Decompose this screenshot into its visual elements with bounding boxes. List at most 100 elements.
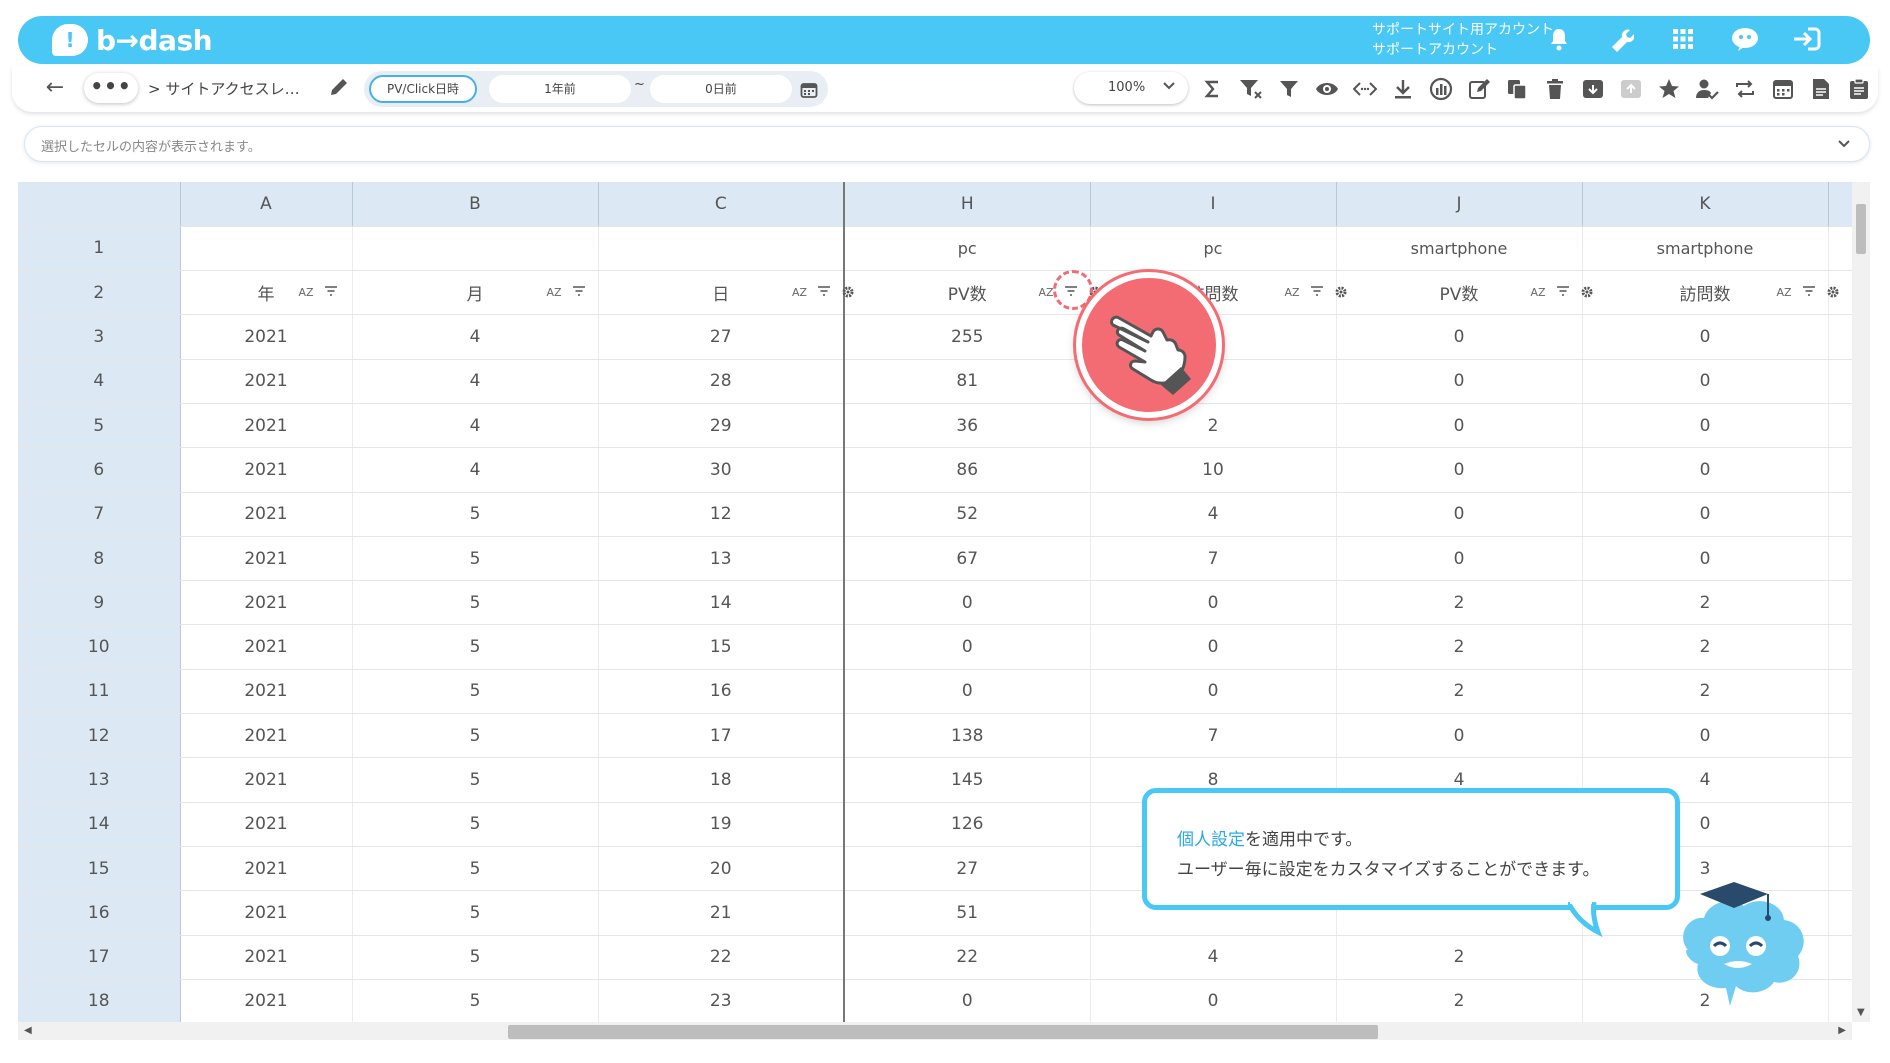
pencil-icon[interactable] <box>328 76 352 100</box>
data-cell[interactable]: 126 <box>844 802 1091 847</box>
row-number[interactable]: 9 <box>18 580 181 626</box>
data-cell[interactable]: 0 <box>1336 314 1583 360</box>
data-cell[interactable]: 2021 <box>180 757 353 803</box>
data-cell[interactable]: 2021 <box>180 979 353 1022</box>
row-number[interactable]: 14 <box>18 802 181 847</box>
row-number[interactable]: 16 <box>18 890 181 936</box>
data-cell[interactable]: 0 <box>1090 624 1337 670</box>
data-cell[interactable]: 5 <box>352 757 599 803</box>
data-cell[interactable]: 2 <box>1582 624 1829 670</box>
data-cell[interactable]: 5 <box>352 713 599 759</box>
data-cell[interactable]: 21 <box>598 890 845 936</box>
sort-az-icon[interactable]: AZ <box>298 286 313 299</box>
data-cell[interactable]: 0 <box>1582 713 1829 759</box>
data-cell[interactable]: 17 <box>598 713 845 759</box>
sort-az-icon[interactable]: AZ <box>1284 286 1299 299</box>
field-header-cell[interactable]: 年 AZ <box>180 270 353 316</box>
chart-icon[interactable] <box>1428 76 1454 102</box>
data-cell[interactable]: 2021 <box>180 669 353 715</box>
group-header-cell[interactable] <box>352 226 599 272</box>
archive-icon[interactable] <box>1580 76 1606 102</box>
data-cell[interactable]: 2021 <box>180 802 353 847</box>
row-number[interactable]: 5 <box>18 403 181 449</box>
horizontal-scrollbar[interactable]: ◀ ▶ <box>18 1022 1852 1040</box>
zoom-select[interactable]: 100% <box>1074 72 1188 104</box>
date-to-field[interactable]: 0日前 <box>650 75 792 103</box>
column-filter-icon[interactable] <box>324 285 338 300</box>
data-cell[interactable]: 51 <box>844 890 1091 936</box>
data-cell[interactable]: 5 <box>352 846 599 892</box>
data-cell[interactable]: 4 <box>352 447 599 493</box>
data-cell[interactable]: 18 <box>598 757 845 803</box>
data-cell[interactable]: 0 <box>1090 979 1337 1022</box>
row-number[interactable]: 8 <box>18 536 181 582</box>
data-cell[interactable]: 10 <box>1090 447 1337 493</box>
data-cell[interactable]: 36 <box>844 403 1091 449</box>
bell-icon[interactable] <box>1544 24 1574 54</box>
column-header[interactable]: H <box>844 182 1091 227</box>
data-cell[interactable]: 22 <box>844 935 1091 980</box>
data-cell[interactable]: 0 <box>1582 403 1829 449</box>
data-cell[interactable]: 81 <box>844 359 1091 404</box>
row-number[interactable]: 4 <box>18 359 181 404</box>
data-cell[interactable]: 0 <box>1336 447 1583 493</box>
data-cell[interactable]: 5 <box>352 536 599 582</box>
data-cell[interactable]: 138 <box>844 713 1091 759</box>
data-cell[interactable]: 2021 <box>180 713 353 759</box>
data-cell[interactable]: 5 <box>352 580 599 626</box>
data-cell[interactable]: 0 <box>1582 536 1829 582</box>
data-cell[interactable]: 23 <box>598 979 845 1022</box>
column-filter-icon[interactable] <box>1310 285 1324 300</box>
field-header-cell[interactable]: PV数 AZ <box>1336 270 1592 316</box>
data-cell[interactable]: 12 <box>598 492 845 537</box>
field-header-cell[interactable]: 訪問数 AZ <box>1582 270 1838 316</box>
eye-icon[interactable] <box>1314 76 1340 102</box>
chat-bot-icon[interactable] <box>1730 24 1760 54</box>
filter-icon[interactable] <box>1276 76 1302 102</box>
column-header[interactable]: B <box>352 182 599 227</box>
data-cell[interactable]: 0 <box>844 624 1091 670</box>
data-cell[interactable]: 0 <box>1336 403 1583 449</box>
scroll-down-arrow[interactable]: ▼ <box>1857 1007 1865 1018</box>
row-number[interactable]: 7 <box>18 492 181 537</box>
data-cell[interactable]: 2 <box>1336 669 1583 715</box>
breadcrumb[interactable]: > サイトアクセスレ… <box>148 78 300 99</box>
calendar-icon[interactable] <box>1770 76 1796 102</box>
sort-az-icon[interactable]: AZ <box>1038 286 1053 299</box>
row-number[interactable]: 2 <box>18 270 181 316</box>
column-filter-icon[interactable] <box>817 285 831 300</box>
row-number[interactable]: 12 <box>18 713 181 759</box>
data-cell[interactable]: 2 <box>1582 669 1829 715</box>
copy-icon[interactable] <box>1504 76 1530 102</box>
data-cell[interactable]: 67 <box>844 536 1091 582</box>
download-icon[interactable] <box>1390 76 1416 102</box>
trash-icon[interactable] <box>1542 76 1568 102</box>
data-cell[interactable]: 0 <box>1336 492 1583 537</box>
app-logo[interactable]: ! b→dash <box>52 23 213 57</box>
column-header[interactable]: J <box>1336 182 1583 227</box>
data-cell[interactable]: 0 <box>1090 669 1337 715</box>
column-filter-icon[interactable] <box>572 285 586 300</box>
data-cell[interactable]: 5 <box>352 802 599 847</box>
data-cell[interactable]: 5 <box>352 979 599 1022</box>
vertical-scroll-thumb[interactable] <box>1856 204 1866 254</box>
edit-icon[interactable] <box>1466 76 1492 102</box>
group-header-cell[interactable]: pc <box>844 226 1091 272</box>
user-check-icon[interactable] <box>1694 76 1720 102</box>
row-number[interactable]: 3 <box>18 314 181 360</box>
data-cell[interactable]: 86 <box>844 447 1091 493</box>
data-cell[interactable]: 0 <box>1336 713 1583 759</box>
cell-content-bar[interactable]: 選択したセルの内容が表示されます。 <box>24 126 1870 162</box>
data-cell[interactable]: 7 <box>1090 713 1337 759</box>
data-cell[interactable]: 4 <box>352 359 599 404</box>
data-cell[interactable]: 2021 <box>180 624 353 670</box>
calendar-icon[interactable] <box>796 77 822 103</box>
data-cell[interactable]: 5 <box>352 624 599 670</box>
data-cell[interactable]: 52 <box>844 492 1091 537</box>
personal-settings-link[interactable]: 個人設定 <box>1177 830 1245 850</box>
unarchive-icon[interactable] <box>1618 76 1644 102</box>
wrench-icon[interactable] <box>1606 24 1636 54</box>
data-cell[interactable]: 2 <box>1336 624 1583 670</box>
group-header-cell[interactable]: pc <box>1090 226 1337 272</box>
sort-az-icon[interactable]: AZ <box>546 286 561 299</box>
